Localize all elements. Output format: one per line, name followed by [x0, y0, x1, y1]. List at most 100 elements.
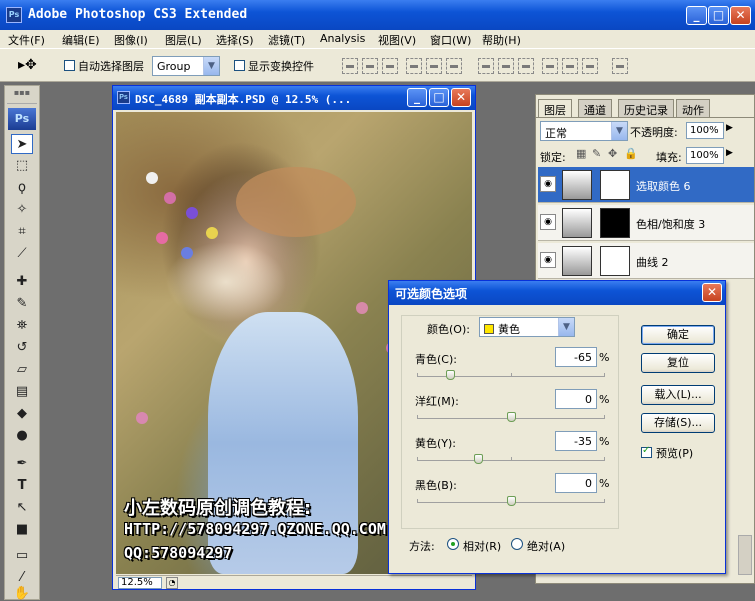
tab-layers[interactable]: 图层: [538, 99, 572, 117]
eye-icon[interactable]: ◉: [540, 252, 556, 268]
menu-analysis[interactable]: Analysis: [320, 32, 365, 45]
yellow-slider-track[interactable]: [417, 454, 605, 464]
align-vcenter-icon[interactable]: [362, 58, 378, 74]
method-absolute-label[interactable]: 绝对(A): [527, 538, 565, 554]
eye-icon[interactable]: ◉: [540, 176, 556, 192]
crop-tool-icon[interactable]: ⌗: [11, 222, 33, 242]
load-button[interactable]: 载入(L)...: [641, 385, 715, 405]
menu-edit[interactable]: 编辑(E): [62, 32, 100, 48]
lock-move-icon[interactable]: ✥: [608, 147, 617, 160]
lasso-tool-icon[interactable]: ϙ: [11, 178, 33, 198]
distribute-vcenter-icon[interactable]: [498, 58, 514, 74]
yellow-slider-handle[interactable]: [474, 454, 484, 464]
layers-scrollbar[interactable]: [738, 535, 752, 575]
tab-channels[interactable]: 通道: [578, 99, 612, 117]
menu-select[interactable]: 选择(S): [216, 32, 254, 48]
eraser-tool-icon[interactable]: ▱: [11, 360, 33, 380]
distribute-right-icon[interactable]: [582, 58, 598, 74]
cyan-value-field[interactable]: -65: [555, 347, 597, 367]
fill-field[interactable]: 100%: [686, 147, 724, 164]
move-tool-preset-icon[interactable]: ▸✥: [18, 57, 37, 73]
minimize-button[interactable]: _: [686, 6, 707, 25]
dialog-title-bar[interactable]: 可选颜色选项 ✕: [389, 281, 725, 305]
align-top-icon[interactable]: [342, 58, 358, 74]
layer-row-selective-color[interactable]: ◉ 选取颜色 6: [538, 167, 754, 203]
magenta-value-field[interactable]: 0: [555, 389, 597, 409]
method-absolute-radio[interactable]: [511, 538, 523, 550]
gradient-tool-icon[interactable]: ▤: [11, 382, 33, 402]
ok-button[interactable]: 确定: [641, 325, 715, 345]
shape-tool-icon[interactable]: ■: [11, 520, 33, 540]
chevron-right-icon[interactable]: ▶: [726, 123, 733, 133]
tab-actions[interactable]: 动作: [676, 99, 710, 117]
distribute-bottom-icon[interactable]: [518, 58, 534, 74]
menu-window[interactable]: 窗口(W): [430, 32, 471, 48]
lock-brush-icon[interactable]: ✎: [592, 147, 601, 160]
eye-icon[interactable]: ◉: [540, 214, 556, 230]
distribute-hcenter-icon[interactable]: [562, 58, 578, 74]
magenta-slider-handle[interactable]: [507, 412, 516, 422]
menu-file[interactable]: 文件(F): [8, 32, 45, 48]
color-dropdown[interactable]: 黄色 ▼: [479, 317, 575, 337]
notes-tool-icon[interactable]: ▭: [11, 546, 33, 566]
layer-row-hue-saturation[interactable]: ◉ 色相/饱和度 3: [538, 205, 754, 241]
dialog-close-button[interactable]: ✕: [702, 283, 722, 302]
close-button[interactable]: ✕: [730, 6, 751, 25]
method-relative-radio[interactable]: [447, 538, 459, 550]
menu-layer[interactable]: 图层(L): [165, 32, 202, 48]
document-title-bar[interactable]: Ps DSC_4689 副本副本.PSD @ 12.5% (... _ □ ✕: [113, 86, 475, 110]
distribute-left-icon[interactable]: [542, 58, 558, 74]
photoshop-logo[interactable]: Ps: [8, 108, 36, 130]
opacity-field[interactable]: 100%: [686, 122, 724, 139]
black-slider-track[interactable]: [417, 496, 605, 506]
tab-history[interactable]: 历史记录: [618, 99, 674, 117]
align-hcenter-icon[interactable]: [426, 58, 442, 74]
menu-image[interactable]: 图像(I): [114, 32, 148, 48]
magenta-slider-track[interactable]: [417, 412, 605, 422]
yellow-value-field[interactable]: -35: [555, 431, 597, 451]
auto-align-icon[interactable]: [612, 58, 628, 74]
menu-view[interactable]: 视图(V): [378, 32, 416, 48]
healing-brush-tool-icon[interactable]: ✚: [11, 272, 33, 292]
align-left-icon[interactable]: [406, 58, 422, 74]
distribute-top-icon[interactable]: [478, 58, 494, 74]
path-selection-tool-icon[interactable]: ↖: [11, 498, 33, 518]
menu-help[interactable]: 帮助(H): [482, 32, 521, 48]
dodge-tool-icon[interactable]: ●: [11, 426, 33, 446]
pen-tool-icon[interactable]: ✒: [11, 454, 33, 474]
marquee-tool-icon[interactable]: ⬚: [11, 156, 33, 176]
align-bottom-icon[interactable]: [382, 58, 398, 74]
lock-all-icon[interactable]: 🔒: [624, 147, 638, 160]
magic-wand-tool-icon[interactable]: ✧: [11, 200, 33, 220]
move-tool-icon[interactable]: ➤: [11, 134, 33, 154]
align-right-icon[interactable]: [446, 58, 462, 74]
doc-minimize-button[interactable]: _: [407, 88, 427, 107]
blur-tool-icon[interactable]: ◆: [11, 404, 33, 424]
doc-maximize-button[interactable]: □: [429, 88, 449, 107]
type-tool-icon[interactable]: T: [11, 476, 33, 496]
blend-mode-dropdown[interactable]: 正常 ▼: [540, 121, 628, 141]
menu-filter[interactable]: 滤镜(T): [268, 32, 305, 48]
status-info-icon[interactable]: ◔: [166, 577, 178, 589]
black-slider-handle[interactable]: [507, 496, 516, 506]
brush-tool-icon[interactable]: ✎: [11, 294, 33, 314]
method-relative-label[interactable]: 相对(R): [463, 538, 501, 554]
cyan-slider-handle[interactable]: [445, 370, 455, 380]
history-brush-tool-icon[interactable]: ↺: [11, 338, 33, 358]
toolbox-grip[interactable]: ▪▪▪: [7, 88, 37, 104]
lock-transparency-icon[interactable]: ▦: [576, 147, 586, 160]
cyan-slider-track[interactable]: [417, 370, 605, 380]
maximize-button[interactable]: □: [708, 6, 729, 25]
preview-label[interactable]: 预览(P): [656, 445, 693, 461]
reset-button[interactable]: 复位: [641, 353, 715, 373]
doc-close-button[interactable]: ✕: [451, 88, 471, 107]
clone-stamp-tool-icon[interactable]: ⛯: [11, 316, 33, 336]
layer-row-curves[interactable]: ◉ 曲线 2: [538, 243, 754, 279]
preview-checkbox[interactable]: [641, 445, 652, 458]
auto-select-checkbox[interactable]: [64, 60, 75, 71]
show-transform-checkbox[interactable]: [234, 60, 245, 71]
zoom-field[interactable]: 12.5%: [118, 577, 162, 589]
eyedropper-tool-icon[interactable]: ⁄: [11, 568, 33, 588]
chevron-right-icon[interactable]: ▶: [726, 148, 733, 158]
slice-tool-icon[interactable]: ⟋: [11, 244, 33, 264]
